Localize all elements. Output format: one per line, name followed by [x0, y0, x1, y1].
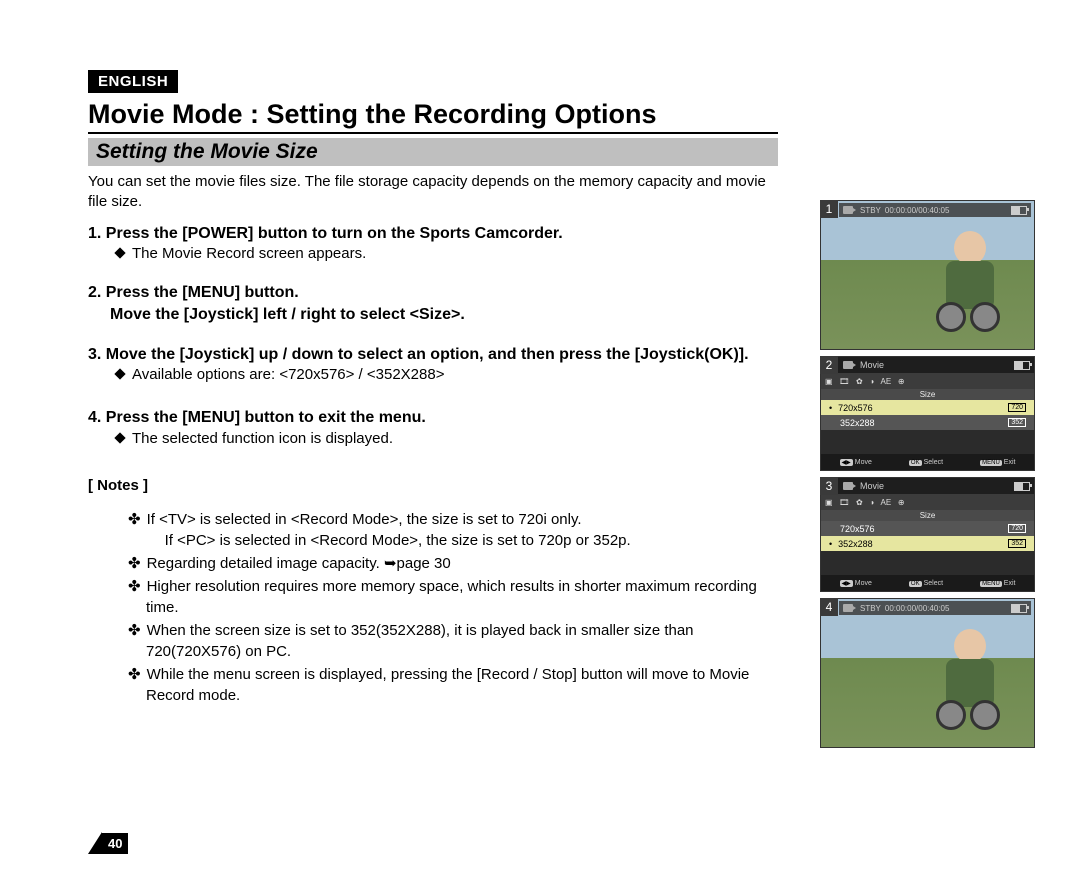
- menu-hints: ◀▶Move OKSelect MENUExit: [821, 575, 1034, 591]
- step-2b: Move the [Joystick] left / right to sele…: [110, 304, 778, 326]
- intro-text: You can set the movie files size. The fi…: [88, 172, 778, 213]
- screenshot-number: 1: [820, 200, 838, 218]
- section-heading: Setting the Movie Size: [88, 138, 778, 166]
- note-item: ✤While the menu screen is displayed, pre…: [128, 664, 778, 706]
- step-1-sub: The Movie Record screen appears.: [116, 244, 778, 264]
- movie-icon: [843, 482, 853, 490]
- status-overlay: STBY 00:00:00/00:40:05: [839, 601, 1031, 615]
- manual-page: ENGLISH Movie Mode : Setting the Recordi…: [0, 0, 1080, 888]
- screenshot-number: 2: [820, 356, 838, 374]
- triangle-icon: [88, 832, 102, 854]
- movie-icon: [843, 206, 853, 214]
- menu-icon-row: ▣ 🎞 ✿ ◑ AE ⊕: [821, 373, 1034, 389]
- screenshot-number: 3: [820, 477, 838, 495]
- menu-titlebar: Movie: [821, 478, 1034, 494]
- menu-screen: Movie ▣ 🎞 ✿ ◑ AE ⊕ Size 720x576720 •352x…: [820, 477, 1035, 592]
- menu-section-label: Size: [821, 389, 1034, 400]
- note-item: ✤If <TV> is selected in <Record Mode>, t…: [128, 509, 778, 551]
- clover-bullet-icon: ✤: [128, 555, 141, 572]
- step-4-sub: The selected function icon is displayed.: [116, 429, 778, 449]
- battery-icon: [1014, 361, 1030, 370]
- menu-option-720[interactable]: 720x576720: [821, 521, 1034, 536]
- menu-option-352[interactable]: •352x288352: [821, 536, 1034, 551]
- subject-illustration: [936, 231, 1006, 336]
- menu-hints: ◀▶Move OKSelect MENUExit: [821, 454, 1034, 470]
- notes-list: ✤If <TV> is selected in <Record Mode>, t…: [88, 509, 778, 706]
- language-badge: ENGLISH: [88, 70, 178, 93]
- content-column: ENGLISH Movie Mode : Setting the Recordi…: [88, 70, 778, 706]
- movie-icon: [843, 361, 853, 369]
- camera-preview: STBY 00:00:00/00:40:05: [820, 200, 1035, 350]
- page-title: Movie Mode : Setting the Recording Optio…: [88, 99, 778, 134]
- clover-bullet-icon: ✤: [128, 666, 141, 683]
- battery-icon: [1011, 604, 1027, 613]
- clover-bullet-icon: ✤: [128, 578, 141, 595]
- menu-icon-row: ▣ 🎞 ✿ ◑ AE ⊕: [821, 494, 1034, 510]
- subject-illustration: [936, 629, 1006, 734]
- notes-heading: [ Notes ]: [88, 477, 778, 494]
- note-item: ✤When the screen size is set to 352(352X…: [128, 620, 778, 662]
- step-3: 3. Move the [Joystick] up / down to sele…: [88, 344, 778, 366]
- diamond-bullet-icon: [114, 368, 125, 379]
- battery-icon: [1014, 482, 1030, 491]
- clover-bullet-icon: ✤: [128, 511, 141, 528]
- camera-preview: STBY 00:00:00/00:40:05: [820, 598, 1035, 748]
- screenshot-3: 3 Movie ▣ 🎞 ✿ ◑ AE ⊕ Size 720x576720 •35…: [820, 477, 1035, 592]
- menu-option-352[interactable]: 352x288352: [821, 415, 1034, 430]
- screenshot-1: 1 STBY 00:00:00/00:40:05: [820, 200, 1035, 350]
- screenshot-number: 4: [820, 598, 838, 616]
- menu-option-720[interactable]: •720x576720: [821, 400, 1034, 415]
- menu-titlebar: Movie: [821, 357, 1034, 373]
- menu-section-label: Size: [821, 510, 1034, 521]
- movie-icon: [843, 604, 853, 612]
- diamond-bullet-icon: [114, 432, 125, 443]
- step-3-sub: Available options are: <720x576> / <352X…: [116, 365, 778, 385]
- page-number-badge: 40: [88, 832, 128, 854]
- step-2a: 2. Press the [MENU] button.: [88, 282, 778, 304]
- menu-screen: Movie ▣ 🎞 ✿ ◑ AE ⊕ Size •720x576720 352x…: [820, 356, 1035, 471]
- diamond-bullet-icon: [114, 247, 125, 258]
- note-item: ✤Regarding detailed image capacity. ➥pag…: [128, 553, 778, 574]
- battery-icon: [1011, 206, 1027, 215]
- steps-block: 1. Press the [POWER] button to turn on t…: [88, 223, 778, 450]
- screenshot-2: 2 Movie ▣ 🎞 ✿ ◑ AE ⊕ Size •720x576720 35…: [820, 356, 1035, 471]
- screenshots-column: 1 STBY 00:00:00/00:40:05 2 Movie ▣ 🎞 ✿ ◑…: [820, 200, 1035, 754]
- status-overlay: STBY 00:00:00/00:40:05: [839, 203, 1031, 217]
- step-1: 1. Press the [POWER] button to turn on t…: [88, 223, 778, 245]
- screenshot-4: 4 STBY 00:00:00/00:40:05: [820, 598, 1035, 748]
- step-4: 4. Press the [MENU] button to exit the m…: [88, 407, 778, 429]
- clover-bullet-icon: ✤: [128, 622, 141, 639]
- note-item: ✤Higher resolution requires more memory …: [128, 576, 778, 618]
